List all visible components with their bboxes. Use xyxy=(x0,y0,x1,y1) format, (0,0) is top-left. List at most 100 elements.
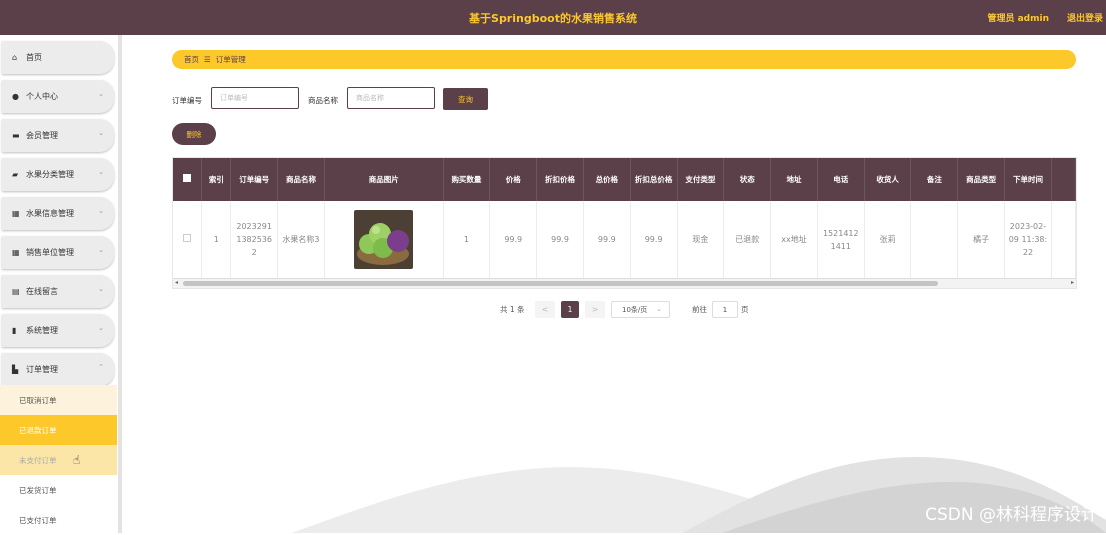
horizontal-scrollbar[interactable]: ◂ ▸ xyxy=(173,278,1076,288)
goto-page-input[interactable]: 1 xyxy=(712,301,738,318)
sidebar-item-label: 在线留言 xyxy=(26,287,58,296)
cell-total-price: 99.9 xyxy=(583,201,631,280)
delete-button[interactable]: 删除 xyxy=(172,123,216,145)
row-checkbox-cell[interactable] xyxy=(173,201,203,280)
breadcrumb: 首页 ☰ 订单管理 xyxy=(172,50,1076,69)
cell-product-type: 橘子 xyxy=(957,201,1006,280)
prev-page-button[interactable]: < xyxy=(535,301,555,318)
chevron-down-icon: ⌄ xyxy=(98,324,104,332)
sidebar-item-profile[interactable]: ● 个人中心 ⌄ xyxy=(2,80,114,113)
table-header-cell: 总价格 xyxy=(583,158,631,201)
chevron-down-icon: ⌄ xyxy=(98,90,104,98)
cell-receiver: 张莉 xyxy=(864,201,912,280)
sidebar-subitem-cancelled[interactable]: 已取消订单 xyxy=(0,385,117,415)
row-checkbox[interactable] xyxy=(183,234,192,243)
table-header-cell: 商品图片 xyxy=(324,158,444,201)
sidebar-item-fruit-category[interactable]: ▰ 水果分类管理 ⌄ xyxy=(2,158,114,191)
table-header-cell: 下单时间 xyxy=(1004,158,1052,201)
sidebar-subitem-shipped[interactable]: 已发货订单 xyxy=(0,475,117,505)
app-title: 基于Springboot的水果销售系统 xyxy=(469,12,637,25)
page-size-select[interactable]: 10条/页 ⌄ xyxy=(611,301,670,318)
grid-icon: ▦ xyxy=(12,248,20,257)
page-unit-label: 页 xyxy=(741,305,749,314)
chevron-down-icon: ⌄ xyxy=(98,168,104,176)
sidebar-item-orders[interactable]: ▙ 订单管理 ⌃ xyxy=(2,353,114,386)
next-page-button[interactable]: > xyxy=(585,301,605,318)
scrollbar-thumb[interactable] xyxy=(183,281,938,286)
page-number-1[interactable]: 1 xyxy=(561,301,579,318)
sidebar-subitem-refunded[interactable]: 已退款订单 xyxy=(0,415,117,445)
sidebar-item-fruit-info[interactable]: ▦ 水果信息管理 ⌄ xyxy=(2,197,114,230)
table-row[interactable]: 1 20232911382536 2 水果名称3 1 99.9 99.9 99.… xyxy=(173,201,1076,280)
logout-link[interactable]: 退出登录 xyxy=(1067,11,1103,24)
sidebar-item-members[interactable]: ▬ 会员管理 ⌄ xyxy=(2,119,114,152)
sidebar-item-sales-unit[interactable]: ▦ 销售单位管理 ⌄ xyxy=(2,236,114,269)
table-header-cell: 折扣价格 xyxy=(536,158,584,201)
table-header-cell-extra xyxy=(1051,158,1076,201)
sidebar-item-label: 个人中心 xyxy=(26,92,58,101)
breadcrumb-separator-icon: ☰ xyxy=(204,55,211,64)
sidebar-subitem-paid[interactable]: 已支付订单 xyxy=(0,505,117,535)
pagination-total: 共 1 条 xyxy=(500,305,525,314)
breadcrumb-home[interactable]: 首页 xyxy=(184,54,199,65)
sidebar-item-label: 系统管理 xyxy=(26,326,58,335)
home-icon: ⌂ xyxy=(12,53,18,62)
table-header-cell: 状态 xyxy=(723,158,772,201)
cell-price: 99.9 xyxy=(489,201,538,280)
chevron-down-icon: ⌄ xyxy=(98,285,104,293)
table-header-cell: 备注 xyxy=(910,158,959,201)
product-name-input[interactable]: 商品名称 xyxy=(347,87,435,109)
cell-quantity: 1 xyxy=(443,201,491,280)
cell-phone: 15214121411 xyxy=(817,201,865,280)
cell-pay-type: 现金 xyxy=(677,201,725,280)
sidebar-item-system[interactable]: ▮ 系统管理 ⌄ xyxy=(2,314,114,347)
cell-product-image xyxy=(324,201,444,280)
sidebar-item-home[interactable]: ⌂ 首页 xyxy=(2,41,114,74)
table-header-cell: 折扣总价格 xyxy=(630,158,678,201)
cell-discount-price: 99.9 xyxy=(536,201,584,280)
cell-index: 1 xyxy=(201,201,232,280)
sidebar-subitem-unpaid[interactable]: 未支付订单 xyxy=(0,445,117,475)
category-icon: ▰ xyxy=(12,170,19,179)
cell-status: 已退款 xyxy=(723,201,772,280)
table-header-cell: 索引 xyxy=(201,158,232,201)
chevron-down-icon: ⌄ xyxy=(656,305,662,313)
member-icon: ▬ xyxy=(12,131,20,140)
cell-product-name: 水果名称3 xyxy=(277,201,325,280)
sidebar-item-messages[interactable]: ▤ 在线留言 ⌄ xyxy=(2,275,114,308)
scroll-left-icon[interactable]: ◂ xyxy=(175,279,178,286)
product-name-label: 商品名称 xyxy=(308,96,338,105)
sidebar-item-label: 首页 xyxy=(26,53,42,62)
table-header-cell: 商品类型 xyxy=(957,158,1006,201)
page-size-value: 10条/页 xyxy=(622,305,648,314)
chart-icon: ▮ xyxy=(12,326,17,335)
cell-remark xyxy=(910,201,959,280)
order-no-input[interactable]: 订单编号 xyxy=(211,87,299,109)
scroll-right-icon[interactable]: ▸ xyxy=(1071,279,1074,286)
select-all-checkbox[interactable] xyxy=(183,173,192,182)
cell-discount-total: 99.9 xyxy=(630,201,678,280)
goto-label: 前往 xyxy=(692,305,707,314)
message-icon: ▤ xyxy=(12,287,20,296)
table-header-cell: 地址 xyxy=(770,158,818,201)
chevron-up-icon: ⌃ xyxy=(98,363,104,371)
breadcrumb-current: 订单管理 xyxy=(215,55,246,64)
top-bar: 基于Springboot的水果销售系统 管理员 admin 退出登录 xyxy=(0,0,1106,35)
cell-order-time: 2023-02-09 11:38:22 xyxy=(1004,201,1052,280)
chevron-down-icon: ⌄ xyxy=(98,129,104,137)
table-header-cell: 价格 xyxy=(489,158,538,201)
cabbage-image xyxy=(357,223,410,266)
chevron-down-icon: ⌄ xyxy=(98,246,104,254)
sidebar-item-label: 销售单位管理 xyxy=(26,248,74,257)
orders-table-grid: 索引 订单编号 商品名称 商品图片 购买数量 价格 折扣价格 总价格 折扣总价格… xyxy=(173,158,1076,280)
cell-extra xyxy=(1051,201,1076,280)
header-checkbox-cell[interactable] xyxy=(173,158,203,201)
user-icon: ● xyxy=(12,92,19,101)
sidebar-item-label: 会员管理 xyxy=(26,131,58,140)
product-image xyxy=(354,210,414,270)
admin-label: 管理员 admin xyxy=(987,14,1049,24)
sidebar: ⌂ 首页 ● 个人中心 ⌄ ▬ 会员管理 ⌄ ▰ 水果分类管理 ⌄ ▦ 水果信息… xyxy=(0,35,122,535)
query-button[interactable]: 查询 xyxy=(443,88,488,110)
order-icon: ▙ xyxy=(12,365,19,374)
grid-icon: ▦ xyxy=(12,209,20,218)
